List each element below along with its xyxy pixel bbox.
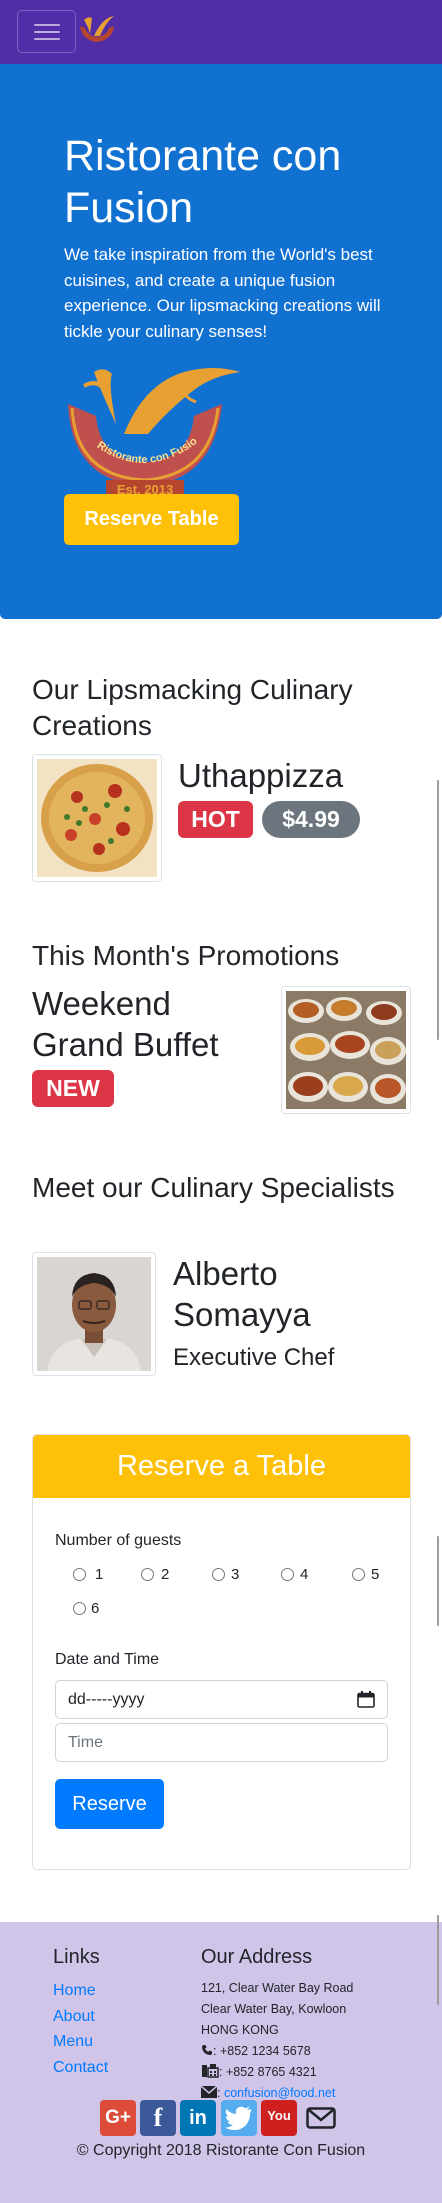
promotion-thumbnail [281, 986, 411, 1114]
reserve-card: Reserve a Table Number of guests 1 2 3 4… [32, 1434, 411, 1870]
guests-radio-3[interactable] [212, 1568, 225, 1581]
promotion-name-line2: Grand Buffet [32, 1026, 219, 1063]
pizza-image [37, 759, 157, 877]
guests-label: Number of guests [55, 1532, 182, 1549]
new-badge: NEW [32, 1070, 114, 1107]
mail-outline-shape [306, 2107, 336, 2129]
guests-option-label: 3 [231, 1566, 240, 1583]
scrollbar-thumb[interactable] [437, 1915, 439, 2005]
envelope-icon [200, 2085, 218, 2098]
address-line: Clear Water Bay, Kowloon [201, 2002, 347, 2016]
dishes-heading: Our Lipsmacking Culinary Creations [32, 674, 353, 741]
address-email: : confusion@food.net [200, 2085, 335, 2101]
phone-text: : +852 1234 5678 [213, 2044, 311, 2058]
phone-icon [202, 2045, 212, 2055]
navbar-toggler-button[interactable] [17, 10, 76, 53]
address-fax: : +852 8765 4321 [201, 2064, 317, 2080]
dish-name: Uthappizza [178, 757, 344, 794]
footer-link-menu[interactable]: Menu [53, 2032, 93, 2052]
email-link[interactable]: confusion@food.net [224, 2086, 335, 2100]
price-badge: $4.99 [262, 801, 360, 838]
date-placeholder: dd-----yyyy [68, 1691, 145, 1708]
address-line: 121, Clear Water Bay Road [201, 1981, 354, 1995]
datetime-label: Date and Time [55, 1651, 160, 1668]
email-separator: : [217, 2086, 221, 2100]
footer-link-home[interactable]: Home [53, 1981, 96, 2001]
reserve-submit-button[interactable]: Reserve [55, 1779, 164, 1829]
guests-option-label: 4 [300, 1566, 309, 1583]
leader-name-line2: Somayya [173, 1296, 311, 1333]
youtube-icon[interactable]: You [261, 2100, 297, 2136]
guests-radio-5[interactable] [352, 1568, 365, 1581]
linkedin-icon[interactable]: in [180, 2100, 216, 2136]
dish-thumbnail [32, 754, 162, 882]
footer-link-contact[interactable]: Contact [53, 2058, 108, 2078]
facebook-icon[interactable]: f [140, 2100, 176, 2136]
promotions-heading: This Month's Promotions [32, 940, 340, 971]
leader-thumbnail [32, 1252, 156, 1376]
twitter-bird-shape [225, 2106, 252, 2131]
leaders-heading: Meet our Culinary Specialists [32, 1172, 395, 1203]
reserve-table-button[interactable]: Reserve Table [64, 494, 239, 545]
hamburger-icon-bar [34, 31, 60, 33]
guests-option-label: 2 [161, 1566, 170, 1583]
address-line: HONG KONG [201, 2023, 279, 2037]
hamburger-icon-bar [34, 24, 60, 26]
scrollbar-thumb[interactable] [437, 1536, 439, 1626]
copyright-text: © Copyright 2018 Ristorante Con Fusion [76, 2142, 366, 2159]
jumbotron: Ristorante con Fusion We take inspiratio… [0, 64, 442, 619]
guests-option-label: 5 [371, 1566, 380, 1583]
footer-address-heading: Our Address [201, 1946, 313, 1968]
guests-radio-4[interactable] [281, 1568, 294, 1581]
leader-name-line1: Alberto [173, 1255, 278, 1292]
hot-badge: HOT [178, 801, 253, 838]
jumbotron-text: We take inspiration from the World's bes… [64, 245, 381, 341]
date-input[interactable]: dd-----yyyy [55, 1680, 388, 1719]
address-phone: : +852 1234 5678 [201, 2043, 311, 2059]
footer-links-heading: Links [53, 1946, 100, 1968]
mail-icon[interactable] [303, 2100, 339, 2136]
fax-text: : +852 8765 4321 [219, 2065, 317, 2079]
guests-radio-1[interactable] [73, 1568, 86, 1581]
buffet-image [286, 991, 406, 1109]
google-plus-icon[interactable]: G+ [100, 2100, 136, 2136]
guests-option-label: 1 [95, 1566, 104, 1583]
calendar-icon[interactable] [357, 1691, 375, 1708]
jumbotron-title: Ristorante con Fusion [64, 132, 342, 232]
guests-radio-6[interactable] [73, 1602, 86, 1615]
restaurant-logo: Ristorante con Fusion Est. 2013 [64, 364, 240, 498]
footer-link-about[interactable]: About [53, 2007, 95, 2027]
guests-option-label: 6 [91, 1600, 100, 1617]
chef-photo [37, 1257, 151, 1371]
reserve-card-header: Reserve a Table [33, 1435, 410, 1498]
leader-designation: Executive Chef [173, 1344, 335, 1371]
twitter-icon[interactable] [221, 2100, 257, 2136]
scrollbar-thumb[interactable] [437, 780, 439, 1040]
promotion-name-line1: Weekend [32, 985, 171, 1022]
guests-radio-2[interactable] [141, 1568, 154, 1581]
time-input[interactable]: Time [55, 1723, 388, 1762]
fax-icon [202, 2064, 219, 2078]
hamburger-icon-bar [34, 38, 60, 40]
navbar [0, 0, 442, 64]
brand-logo-icon[interactable] [76, 12, 118, 52]
